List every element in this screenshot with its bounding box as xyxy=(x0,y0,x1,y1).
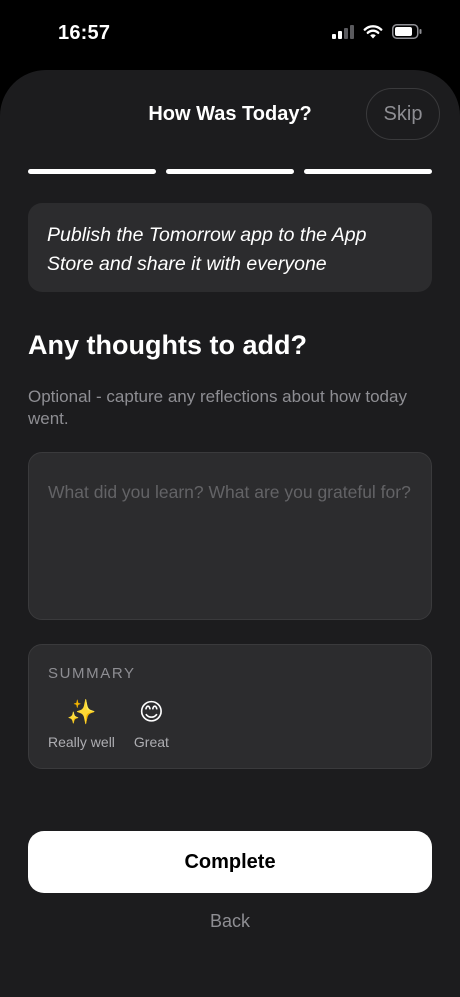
back-button[interactable]: Back xyxy=(180,906,280,936)
summary-item-label: Great xyxy=(133,734,169,750)
step-progress xyxy=(28,169,432,174)
wifi-icon xyxy=(363,25,383,39)
status-time: 16:57 xyxy=(58,22,111,44)
complete-button[interactable]: Complete xyxy=(28,831,432,893)
progress-segment-3 xyxy=(304,169,432,174)
summary-items: ✨ Really well 😊 Great xyxy=(48,697,169,750)
battery-icon xyxy=(392,24,422,39)
goal-card: Publish the Tomorrow app to the App Stor… xyxy=(28,203,432,292)
summary-item-day-rating: ✨ Really well xyxy=(48,697,115,750)
thoughts-input[interactable] xyxy=(28,452,432,620)
smiling-face-icon: 😊 xyxy=(138,699,164,726)
thoughts-heading: Any thoughts to add? xyxy=(28,330,307,360)
skip-button[interactable]: Skip xyxy=(366,88,440,140)
summary-item-mood: 😊 Great xyxy=(134,697,169,750)
summary-item-label: Really well xyxy=(48,734,115,750)
summary-label: SUMMARY xyxy=(48,665,136,682)
summary-card: SUMMARY ✨ Really well 😊 Great xyxy=(28,644,432,769)
progress-segment-2 xyxy=(166,169,294,174)
reflection-sheet: How Was Today? Skip Publish the Tomorrow… xyxy=(0,70,460,997)
status-icons xyxy=(332,24,422,39)
sparkles-icon: ✨ xyxy=(66,699,97,726)
thoughts-subtitle: Optional - capture any reflections about… xyxy=(28,387,407,428)
progress-segment-1 xyxy=(28,169,156,174)
cellular-signal-icon xyxy=(332,24,354,39)
status-bar: 16:57 xyxy=(0,0,460,70)
goal-text: Publish the Tomorrow app to the App Stor… xyxy=(47,224,367,275)
